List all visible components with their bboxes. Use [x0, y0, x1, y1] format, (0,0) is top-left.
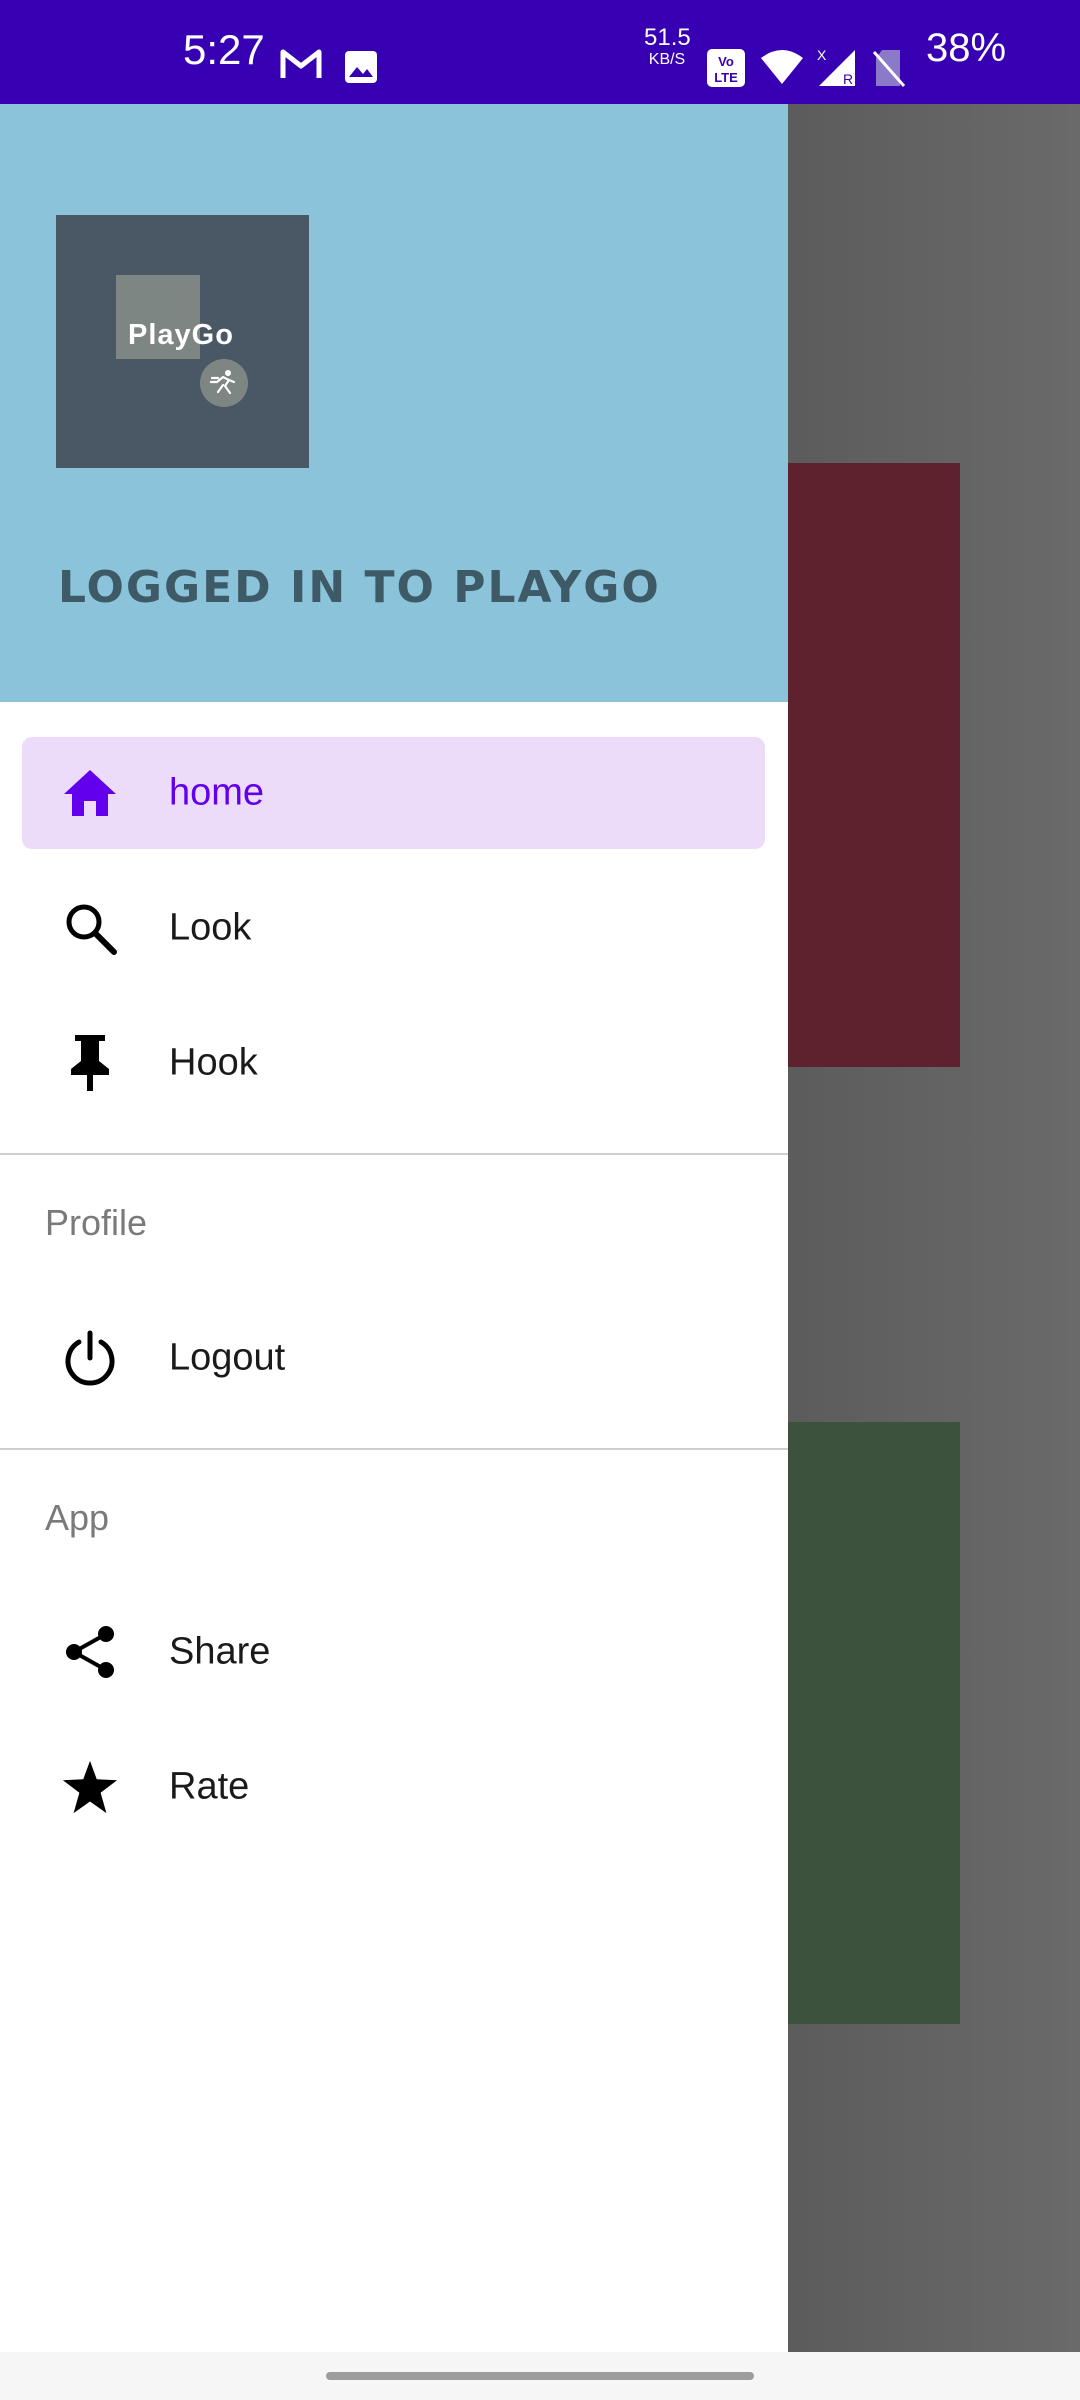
divider [0, 1153, 788, 1155]
power-icon [62, 1330, 118, 1386]
image-icon [344, 50, 378, 89]
battery-level: 38% [926, 26, 1007, 70]
svg-text:LTE: LTE [714, 70, 738, 85]
logo-text: PlayGo [128, 319, 234, 351]
signal-icon: XR [815, 46, 857, 93]
drawer-header: PlayGo LOGGED IN TO PLAYGO [0, 104, 788, 702]
app-logo: PlayGo [56, 215, 309, 468]
divider [0, 1448, 788, 1450]
gmail-icon [280, 48, 322, 85]
home-indicator[interactable] [326, 2372, 754, 2380]
svg-text:R: R [843, 71, 853, 87]
no-sim-icon [872, 48, 906, 93]
home-icon [62, 765, 118, 821]
volte-icon: Vo LTE [706, 48, 746, 93]
menu-item-look[interactable]: Look [22, 872, 765, 984]
menu-item-label: Share [169, 1630, 271, 1673]
svg-text:Vo: Vo [718, 54, 734, 69]
system-nav-bar [0, 2352, 1080, 2400]
wifi-icon [760, 48, 804, 91]
pin-icon [62, 1035, 118, 1091]
section-title-profile: Profile [45, 1202, 148, 1243]
menu-item-home[interactable]: home [22, 737, 765, 849]
section-title-app: App [45, 1497, 110, 1538]
net-speed: 51.5 KB/S [644, 24, 691, 68]
menu-item-logout[interactable]: Logout [22, 1302, 765, 1414]
search-icon [62, 900, 118, 956]
menu-item-hook[interactable]: Hook [22, 1007, 765, 1119]
background-card [760, 463, 960, 1067]
navigation-drawer: PlayGo LOGGED IN TO PLAYGO home Look Hoo… [0, 104, 788, 2352]
menu-item-label: Logout [169, 1336, 286, 1379]
menu-item-share[interactable]: Share [22, 1596, 765, 1708]
status-bar: 5:27 51.5 KB/S Vo LTE XR 38% [0, 0, 1080, 104]
header-title: LOGGED IN TO PLAYGO [58, 562, 661, 613]
star-icon [62, 1759, 118, 1815]
background-card [760, 1422, 960, 2024]
menu-item-label: Look [169, 906, 252, 949]
menu-item-label: Rate [169, 1765, 250, 1808]
net-speed-unit: KB/S [648, 51, 686, 68]
svg-text:X: X [817, 47, 827, 63]
menu-item-label: home [169, 771, 265, 814]
net-speed-value: 51.5 [644, 24, 691, 51]
status-time: 5:27 [183, 26, 265, 73]
share-icon [62, 1624, 118, 1680]
runner-icon [200, 359, 248, 407]
menu-item-rate[interactable]: Rate [22, 1731, 765, 1843]
menu-item-label: Hook [169, 1041, 258, 1084]
